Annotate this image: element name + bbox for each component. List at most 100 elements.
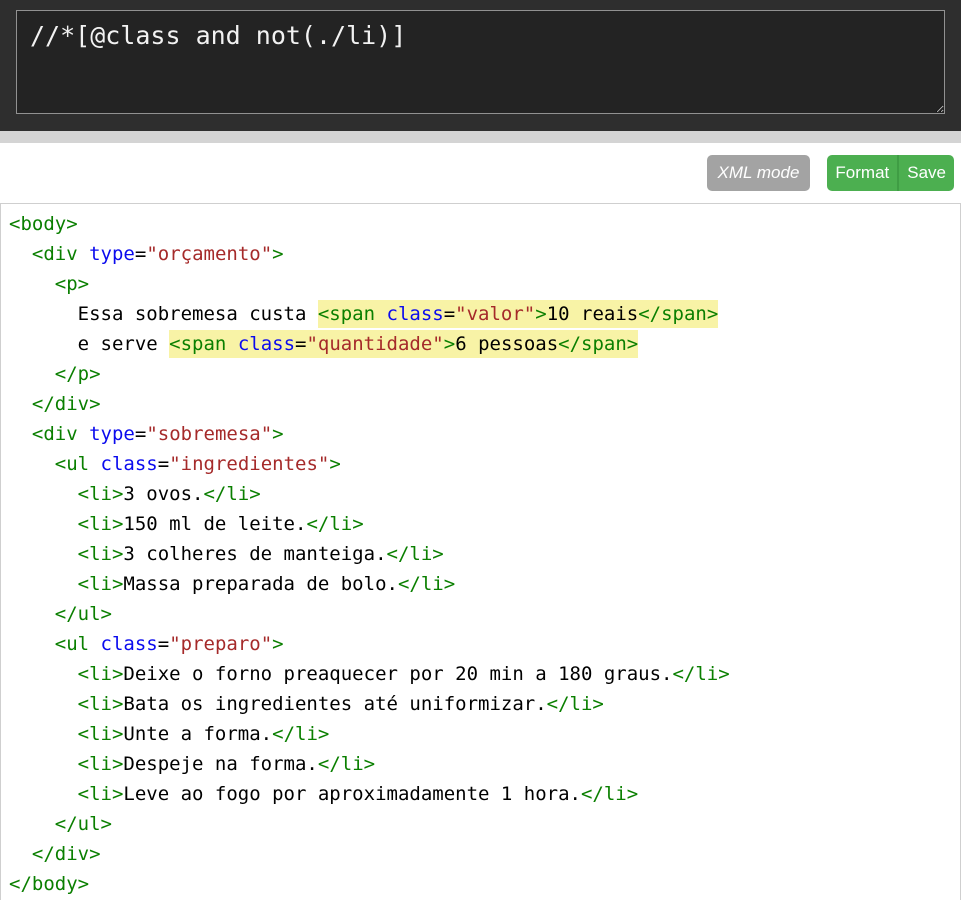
save-button[interactable]: Save	[897, 155, 954, 191]
code-token: =	[158, 633, 169, 655]
code-token: </li>	[581, 783, 638, 805]
code-token	[9, 633, 55, 655]
code-token: <li>	[78, 543, 124, 565]
code-token: </ul>	[55, 813, 112, 835]
code-line: <p>	[9, 269, 952, 299]
code-line: <li>150 ml de leite.</li>	[9, 509, 952, 539]
code-token: Essa sobremesa custa	[9, 303, 318, 325]
code-token: </li>	[203, 483, 260, 505]
code-token: >	[329, 453, 340, 475]
code-token: type	[89, 423, 135, 445]
xpath-match-token	[375, 300, 386, 328]
code-token: <body>	[9, 213, 78, 235]
code-token: Despeje na forma.	[123, 753, 317, 775]
code-token: Unte a forma.	[123, 723, 272, 745]
toolbar: XML mode Format Save	[0, 143, 961, 191]
xpath-match-token: "valor"	[455, 300, 535, 328]
code-line: <li>Bata os ingredientes até uniformizar…	[9, 689, 952, 719]
code-token	[9, 843, 32, 865]
content-panel: XML mode Format Save <body> <div type="o…	[0, 143, 961, 900]
code-token: </li>	[387, 543, 444, 565]
code-token: </li>	[672, 663, 729, 685]
code-token: >	[272, 243, 283, 265]
code-token: <li>	[78, 693, 124, 715]
code-token: >	[272, 633, 283, 655]
xpath-match-token: "quantidade"	[306, 330, 443, 358]
code-token: <li>	[78, 753, 124, 775]
code-line: e serve <span class="quantidade">6 pesso…	[9, 329, 952, 359]
code-token: <li>	[78, 663, 124, 685]
code-line: <div type="sobremesa">	[9, 419, 952, 449]
code-token: >	[272, 423, 283, 445]
code-line: </ul>	[9, 809, 952, 839]
code-token: </div>	[32, 393, 101, 415]
code-line: <li>Massa preparada de bolo.</li>	[9, 569, 952, 599]
xpath-match-token: <span	[169, 330, 226, 358]
code-line: <li>Despeje na forma.</li>	[9, 749, 952, 779]
code-token	[9, 783, 78, 805]
code-token	[89, 633, 100, 655]
code-token: 3 colheres de manteiga.	[123, 543, 386, 565]
code-token: Leve ao fogo por aproximadamente 1 hora.	[123, 783, 581, 805]
xml-mode-button[interactable]: XML mode	[707, 155, 811, 191]
code-token	[9, 693, 78, 715]
code-token: <li>	[78, 513, 124, 535]
code-token	[9, 273, 55, 295]
xpath-match-token: >	[444, 330, 455, 358]
code-line: <ul class="ingredientes">	[9, 449, 952, 479]
code-token: <ul	[55, 453, 89, 475]
code-token: =	[158, 453, 169, 475]
code-line: <ul class="preparo">	[9, 629, 952, 659]
code-token: <div	[32, 243, 78, 265]
code-token: </li>	[272, 723, 329, 745]
code-token	[9, 513, 78, 535]
xpath-match-token: =	[444, 300, 455, 328]
code-token	[9, 603, 55, 625]
code-token	[9, 753, 78, 775]
code-token	[9, 543, 78, 565]
xpath-match-token	[226, 330, 237, 358]
format-button[interactable]: Format	[827, 155, 897, 191]
code-token: <li>	[78, 573, 124, 595]
code-token: class	[101, 633, 158, 655]
xml-source-view: <body> <div type="orçamento"> <p> Essa s…	[0, 203, 961, 900]
code-token: </li>	[306, 513, 363, 535]
code-token: </li>	[318, 753, 375, 775]
code-line: <li>Deixe o forno preaquecer por 20 min …	[9, 659, 952, 689]
code-token	[9, 813, 55, 835]
code-token: =	[135, 243, 146, 265]
code-line: </body>	[9, 869, 952, 899]
code-token	[9, 573, 78, 595]
code-token	[9, 483, 78, 505]
code-token: </p>	[55, 363, 101, 385]
code-token	[9, 423, 32, 445]
code-token: Massa preparada de bolo.	[123, 573, 398, 595]
xpath-match-token: 6 pessoas	[455, 330, 558, 358]
code-line: </p>	[9, 359, 952, 389]
xpath-input[interactable]: //*[@class and not(./li)]	[16, 10, 945, 114]
code-token: <p>	[55, 273, 89, 295]
code-token	[78, 423, 89, 445]
code-token: <li>	[78, 483, 124, 505]
code-token: "preparo"	[169, 633, 272, 655]
code-token: "orçamento"	[146, 243, 272, 265]
xpath-match-token: </span>	[558, 330, 638, 358]
xpath-match-token: </span>	[638, 300, 718, 328]
code-line: <li>3 ovos.</li>	[9, 479, 952, 509]
code-token: </li>	[398, 573, 455, 595]
xpath-query-header: //*[@class and not(./li)]	[0, 0, 961, 131]
code-token	[9, 363, 55, 385]
code-token: </div>	[32, 843, 101, 865]
code-token	[9, 723, 78, 745]
code-token: e serve	[9, 333, 169, 355]
action-button-group: Format Save	[827, 155, 954, 191]
code-token: <li>	[78, 723, 124, 745]
xpath-match-token: class	[387, 300, 444, 328]
code-token: Deixe o forno preaquecer por 20 min a 18…	[123, 663, 672, 685]
code-token: <div	[32, 423, 78, 445]
xpath-match-token: class	[238, 330, 295, 358]
code-token	[9, 243, 32, 265]
code-token: "sobremesa"	[146, 423, 272, 445]
code-token: 150 ml de leite.	[123, 513, 306, 535]
code-token: =	[135, 423, 146, 445]
